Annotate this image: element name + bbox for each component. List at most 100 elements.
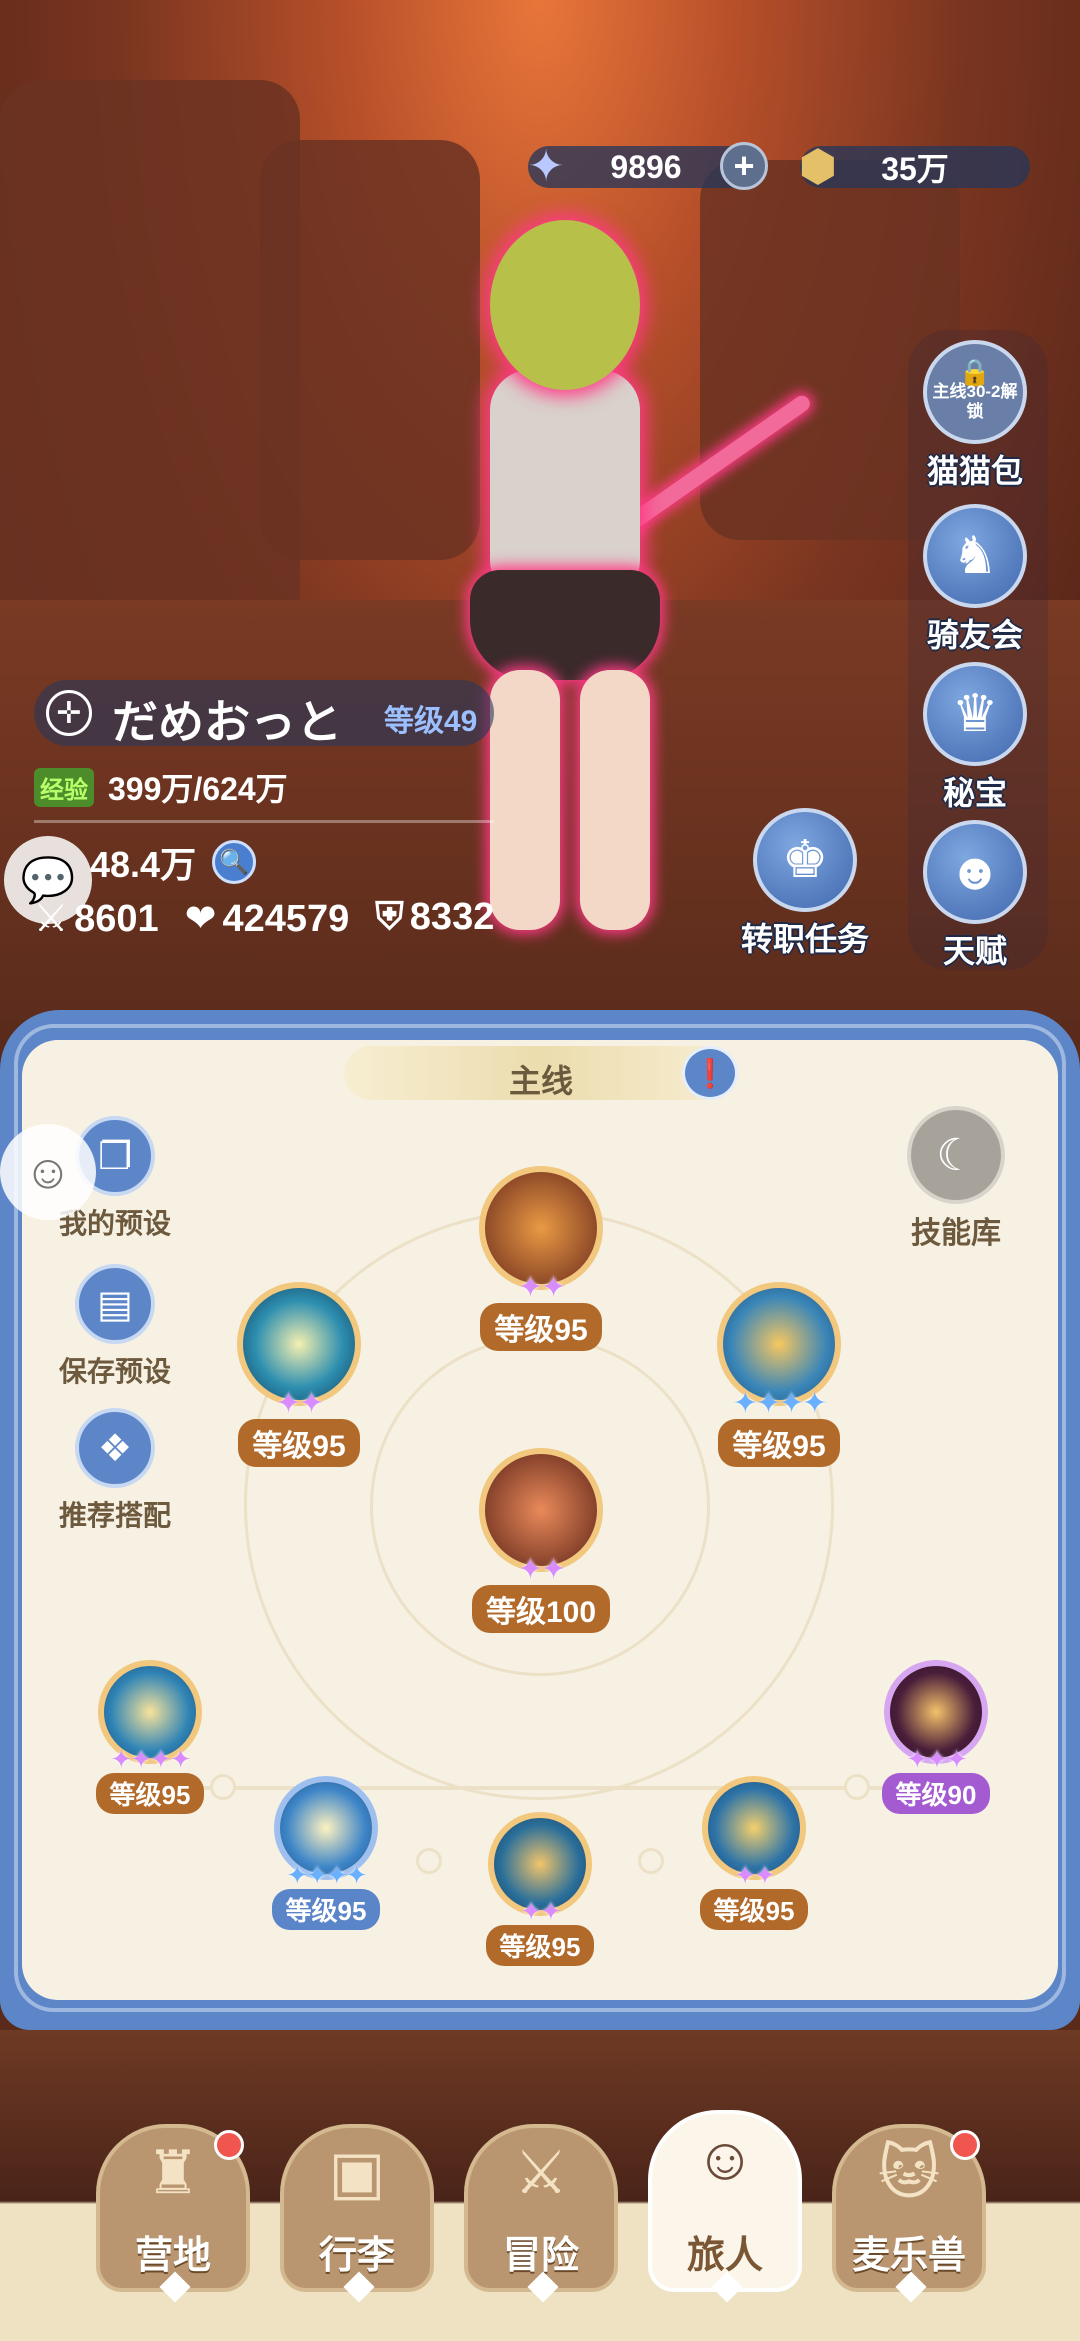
skill-level: 等级95 — [480, 1303, 602, 1351]
skill-stars: ✦✦ — [734, 1860, 776, 1890]
nav-traveler-label: 旅人 — [686, 2235, 763, 2277]
nav-adventure-label: 冒险 — [502, 2235, 579, 2277]
defense-stat: ⛨ 8332 — [375, 896, 494, 941]
player-name-bar[interactable]: ✛ だめおっと 等级49 — [34, 680, 494, 748]
attack-value: 8601 — [74, 898, 159, 940]
gold-amount: 35万 — [881, 151, 949, 187]
skill-library-label: 技能库 — [911, 1217, 1001, 1250]
skill-slot-bottom-far-right[interactable]: ✦✦✦ 等级90 — [866, 1660, 1006, 1814]
save-preset-button[interactable]: ▤ 保存预设 — [40, 1264, 190, 1390]
crown-icon: ♚ — [753, 808, 857, 912]
recommend-icon: ❖ — [75, 1408, 155, 1488]
player-character[interactable] — [430, 210, 813, 950]
backpack-icon: ▣ — [328, 2139, 386, 2206]
skill-slot-bottom-center[interactable]: ✦✦ 等级95 — [470, 1812, 610, 1966]
exp-tag: 经验 — [34, 767, 94, 807]
player-level: 等级49 — [384, 705, 478, 738]
skill-slot-bottom-right[interactable]: ✦✦ 等级95 — [684, 1776, 824, 1930]
assistant-float-button[interactable]: ☺ — [0, 1124, 96, 1220]
canyon-rock — [0, 80, 300, 640]
exp-divider — [34, 820, 494, 823]
character-skirt — [470, 570, 660, 680]
notification-dot — [950, 2130, 980, 2160]
rider-club-label: 骑友会 — [926, 617, 1023, 653]
nav-traveler[interactable]: ☺ 旅人 — [648, 2110, 802, 2303]
skill-stars: ✦✦✦✦ — [732, 1387, 828, 1420]
cat-bag-label: 猫猫包 — [926, 453, 1023, 489]
skill-level: 等级95 — [485, 1925, 595, 1966]
cat-bag-button[interactable]: 🔒 主线30-2解锁 猫猫包 — [920, 340, 1030, 492]
skill-stars: ✦✦✦✦ — [286, 1860, 367, 1890]
skill-level: 等级90 — [881, 1773, 991, 1814]
traveler-portrait-icon: ☺ — [694, 2125, 756, 2192]
skill-stars: ✦✦ — [520, 1896, 562, 1926]
brain-icon: ☻ — [923, 820, 1027, 924]
power-row: 48.4万 🔍 — [90, 836, 257, 888]
skill-library-button[interactable]: ☾ 技能库 — [896, 1106, 1016, 1252]
inspect-power-button[interactable]: 🔍 — [212, 840, 257, 884]
skill-level: 等级95 — [271, 1889, 381, 1930]
save-preset-label: 保存预设 — [58, 1356, 171, 1387]
talent-label: 天赋 — [942, 933, 1007, 969]
moon-star-icon: ☾ — [907, 1106, 1005, 1204]
stats-row: ⚔8601 ❤424579 ⛨8332 — [34, 896, 494, 941]
gem-counter: ✦ 9896 + — [528, 142, 768, 191]
job-change-task-label: 转职任务 — [740, 921, 869, 957]
player-name: だめおっと — [112, 696, 342, 748]
nav-luggage[interactable]: ▣ 行李 — [280, 2124, 434, 2303]
treasure-icon: ♛ — [923, 662, 1027, 766]
gold-counter: ⬢ 35万 — [799, 142, 1030, 191]
class-emblem-icon: ✛ — [46, 690, 92, 736]
defense-value: 8332 — [409, 896, 495, 938]
shield-icon: ⛨ — [375, 896, 404, 938]
skill-slot-bottom-left[interactable]: ✦✦✦✦ 等级95 — [256, 1776, 396, 1930]
talent-button[interactable]: ☻ 天赋 — [920, 820, 1030, 972]
skill-stars: ✦✦✦✦ — [110, 1744, 191, 1774]
skill-level: 等级95 — [699, 1889, 809, 1930]
exp-value: 399万/624万 — [108, 771, 288, 807]
skill-level: 等级95 — [238, 1419, 360, 1467]
skill-slot-bottom-far-left[interactable]: ✦✦✦✦ 等级95 — [80, 1660, 220, 1814]
recommended-build-button[interactable]: ❖ 推荐搭配 — [40, 1408, 190, 1534]
link-node — [416, 1848, 442, 1874]
skill-slot-upper-left[interactable]: ✦✦ 等级95 — [224, 1282, 374, 1467]
crossed-swords-icon: ⚔ — [514, 2139, 568, 2206]
skill-stars: ✦✦ — [517, 1271, 566, 1304]
add-gems-button[interactable]: + — [720, 142, 768, 190]
character-body — [490, 370, 640, 600]
nav-pets[interactable]: 🐱 麦乐兽 — [832, 2124, 986, 2303]
exp-row: 经验 399万/624万 — [34, 764, 288, 810]
recommended-build-label: 推荐搭配 — [58, 1500, 171, 1531]
nav-pets-label: 麦乐兽 — [851, 2235, 966, 2277]
heart-icon: ❤ — [184, 898, 217, 940]
skill-level: 等级95 — [718, 1419, 840, 1467]
skill-slot-top[interactable]: ✦✦ 等级95 — [466, 1166, 616, 1351]
treasure-label: 秘宝 — [942, 775, 1007, 811]
nav-luggage-label: 行李 — [318, 2235, 395, 2277]
character-head — [490, 220, 640, 390]
nav-camp[interactable]: ♜ 营地 — [96, 2124, 250, 2303]
save-icon: ▤ — [75, 1264, 155, 1344]
nav-camp-label: 营地 — [134, 2235, 211, 2277]
hp-value: 424579 — [222, 898, 350, 940]
tab-main-line[interactable]: 主线 ❗ — [344, 1046, 738, 1100]
lock-icon: 🔒 主线30-2解锁 — [923, 340, 1027, 444]
skill-level: 等级100 — [471, 1585, 611, 1633]
skill-slot-upper-right[interactable]: ✦✦✦✦ 等级95 — [704, 1282, 854, 1467]
skill-level: 等级95 — [95, 1773, 205, 1814]
notification-dot — [214, 2130, 244, 2160]
rider-club-button[interactable]: ♞ 骑友会 — [920, 504, 1030, 656]
link-node — [638, 1848, 664, 1874]
book-icon[interactable]: ❗ — [682, 1046, 738, 1100]
skill-stars: ✦✦✦ — [906, 1744, 967, 1774]
skill-stars: ✦✦ — [275, 1387, 324, 1420]
skill-slot-center[interactable]: ✦✦ 等级100 — [456, 1448, 626, 1633]
treasure-button[interactable]: ♛ 秘宝 — [920, 662, 1030, 814]
character-leg — [580, 670, 650, 930]
job-change-task-button[interactable]: ♚ 转职任务 — [740, 808, 870, 960]
nav-adventure[interactable]: ⚔ 冒险 — [464, 2124, 618, 2303]
combat-power: 48.4万 — [90, 844, 197, 885]
horse-icon: ♞ — [923, 504, 1027, 608]
chat-bubble-button[interactable]: 💬 — [4, 836, 92, 924]
character-leg — [490, 670, 560, 930]
